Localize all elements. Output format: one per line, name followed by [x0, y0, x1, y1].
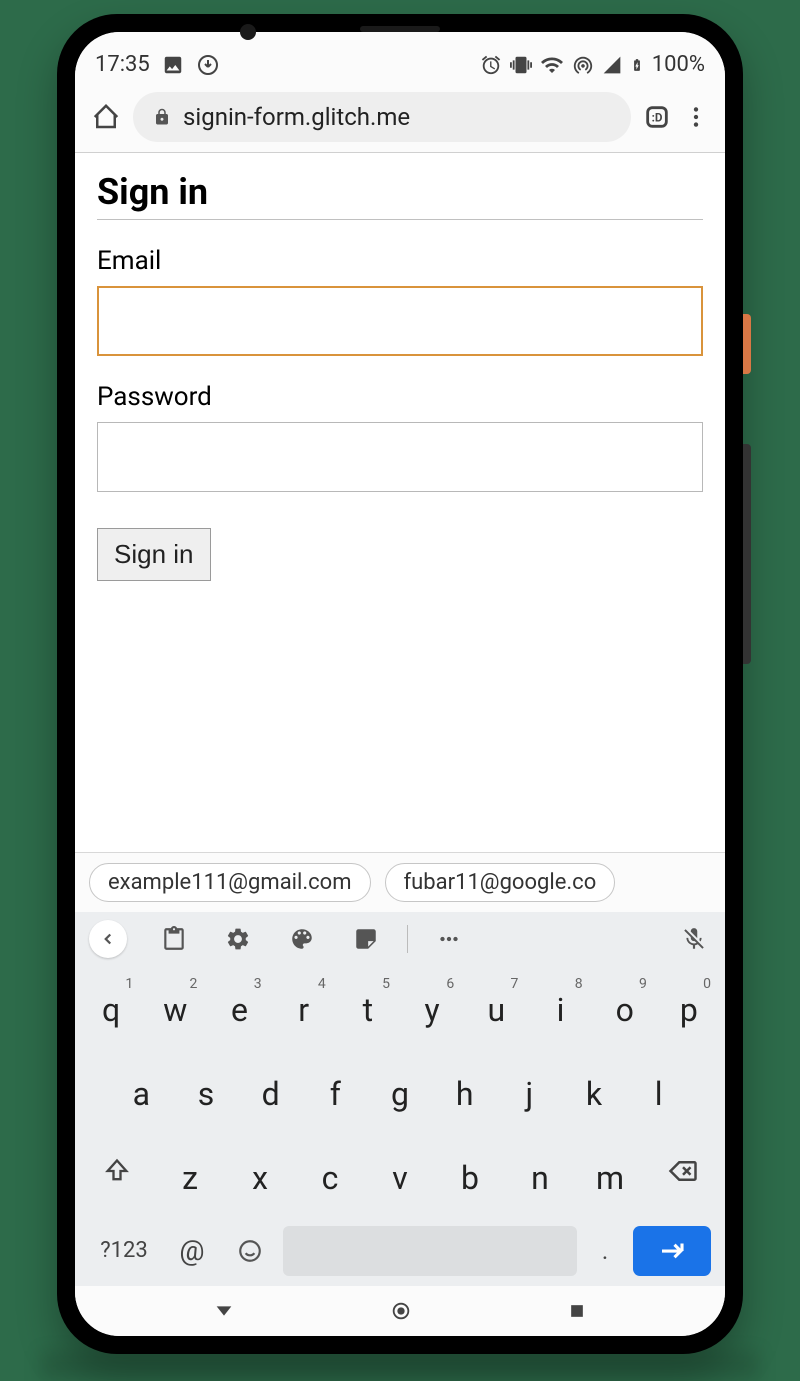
key-c[interactable]: c	[297, 1142, 363, 1214]
hotspot-icon	[572, 54, 594, 76]
phone-frame: 17:35 100% signin-form.glitch.me :D	[57, 14, 743, 1354]
key-m[interactable]: m	[577, 1142, 643, 1214]
key-y[interactable]: y6	[402, 974, 462, 1046]
key-p[interactable]: p0	[659, 974, 719, 1046]
enter-key[interactable]	[633, 1226, 711, 1276]
alarm-icon	[480, 54, 502, 76]
keyboard: q1w2e3r4t5y6u7i8o9p0 asdfghjkl zxcvbnm ?…	[75, 966, 725, 1286]
image-icon	[162, 54, 184, 76]
shift-key[interactable]	[81, 1142, 153, 1200]
status-time: 17:35	[95, 52, 150, 77]
browser-bar: signin-form.glitch.me :D	[75, 82, 725, 152]
key-f[interactable]: f	[305, 1058, 366, 1130]
tabs-icon[interactable]: :D	[643, 103, 671, 131]
suggestion-chip[interactable]: fubar11@google.co	[385, 863, 616, 902]
nav-back-icon[interactable]	[213, 1300, 235, 1322]
palette-icon[interactable]	[285, 922, 319, 956]
url-text: signin-form.glitch.me	[183, 103, 410, 131]
gear-icon[interactable]	[221, 922, 255, 956]
key-k[interactable]: k	[564, 1058, 625, 1130]
wifi-icon	[540, 53, 564, 77]
signal-icon	[602, 55, 622, 75]
key-w[interactable]: w2	[145, 974, 205, 1046]
battery-text: 100%	[652, 52, 705, 77]
screen: 17:35 100% signin-form.glitch.me :D	[75, 32, 725, 1336]
key-l[interactable]: l	[628, 1058, 689, 1130]
suggestion-bar: example111@gmail.com fubar11@google.co	[75, 852, 725, 912]
sticker-icon[interactable]	[349, 922, 383, 956]
key-r[interactable]: r4	[274, 974, 334, 1046]
kb-back-icon[interactable]	[89, 920, 127, 958]
email-field[interactable]	[97, 286, 703, 356]
mic-off-icon[interactable]	[677, 922, 711, 956]
downloads-icon	[196, 53, 220, 77]
suggestion-chip[interactable]: example111@gmail.com	[89, 863, 371, 902]
key-a[interactable]: a	[111, 1058, 172, 1130]
key-o[interactable]: o9	[595, 974, 655, 1046]
period-key[interactable]: .	[585, 1237, 625, 1265]
email-label: Email	[97, 246, 703, 276]
lock-icon	[153, 108, 171, 126]
key-s[interactable]: s	[176, 1058, 237, 1130]
spacebar[interactable]	[283, 1226, 577, 1276]
signin-button[interactable]: Sign in	[97, 528, 211, 581]
key-g[interactable]: g	[370, 1058, 431, 1130]
emoji-key[interactable]	[225, 1238, 275, 1264]
battery-icon	[630, 54, 644, 76]
password-label: Password	[97, 382, 703, 412]
notch	[360, 26, 440, 32]
symbols-key[interactable]: ?123	[89, 1238, 159, 1263]
svg-text::D: :D	[652, 110, 663, 124]
nav-home-icon[interactable]	[390, 1300, 412, 1322]
keyboard-toolbar	[75, 912, 725, 966]
page-title: Sign in	[97, 171, 703, 220]
key-j[interactable]: j	[499, 1058, 560, 1130]
vibrate-icon	[510, 54, 532, 76]
content: Sign in Email Password Sign in	[75, 152, 725, 852]
clipboard-icon[interactable]	[157, 922, 191, 956]
nav-recents-icon[interactable]	[567, 1301, 587, 1321]
key-u[interactable]: u7	[466, 974, 526, 1046]
backspace-key[interactable]	[647, 1142, 719, 1200]
key-x[interactable]: x	[227, 1142, 293, 1214]
more-icon[interactable]	[432, 922, 466, 956]
key-d[interactable]: d	[240, 1058, 301, 1130]
password-field[interactable]	[97, 422, 703, 492]
at-key[interactable]: @	[167, 1234, 217, 1267]
key-z[interactable]: z	[157, 1142, 223, 1214]
key-n[interactable]: n	[507, 1142, 573, 1214]
url-bar[interactable]: signin-form.glitch.me	[133, 92, 631, 142]
key-e[interactable]: e3	[209, 974, 269, 1046]
nav-bar	[75, 1286, 725, 1336]
key-q[interactable]: q1	[81, 974, 141, 1046]
menu-icon[interactable]	[683, 104, 709, 130]
status-bar: 17:35 100%	[75, 32, 725, 82]
key-v[interactable]: v	[367, 1142, 433, 1214]
home-icon[interactable]	[91, 102, 121, 132]
key-h[interactable]: h	[434, 1058, 495, 1130]
key-i[interactable]: i8	[530, 974, 590, 1046]
key-b[interactable]: b	[437, 1142, 503, 1214]
key-t[interactable]: t5	[338, 974, 398, 1046]
